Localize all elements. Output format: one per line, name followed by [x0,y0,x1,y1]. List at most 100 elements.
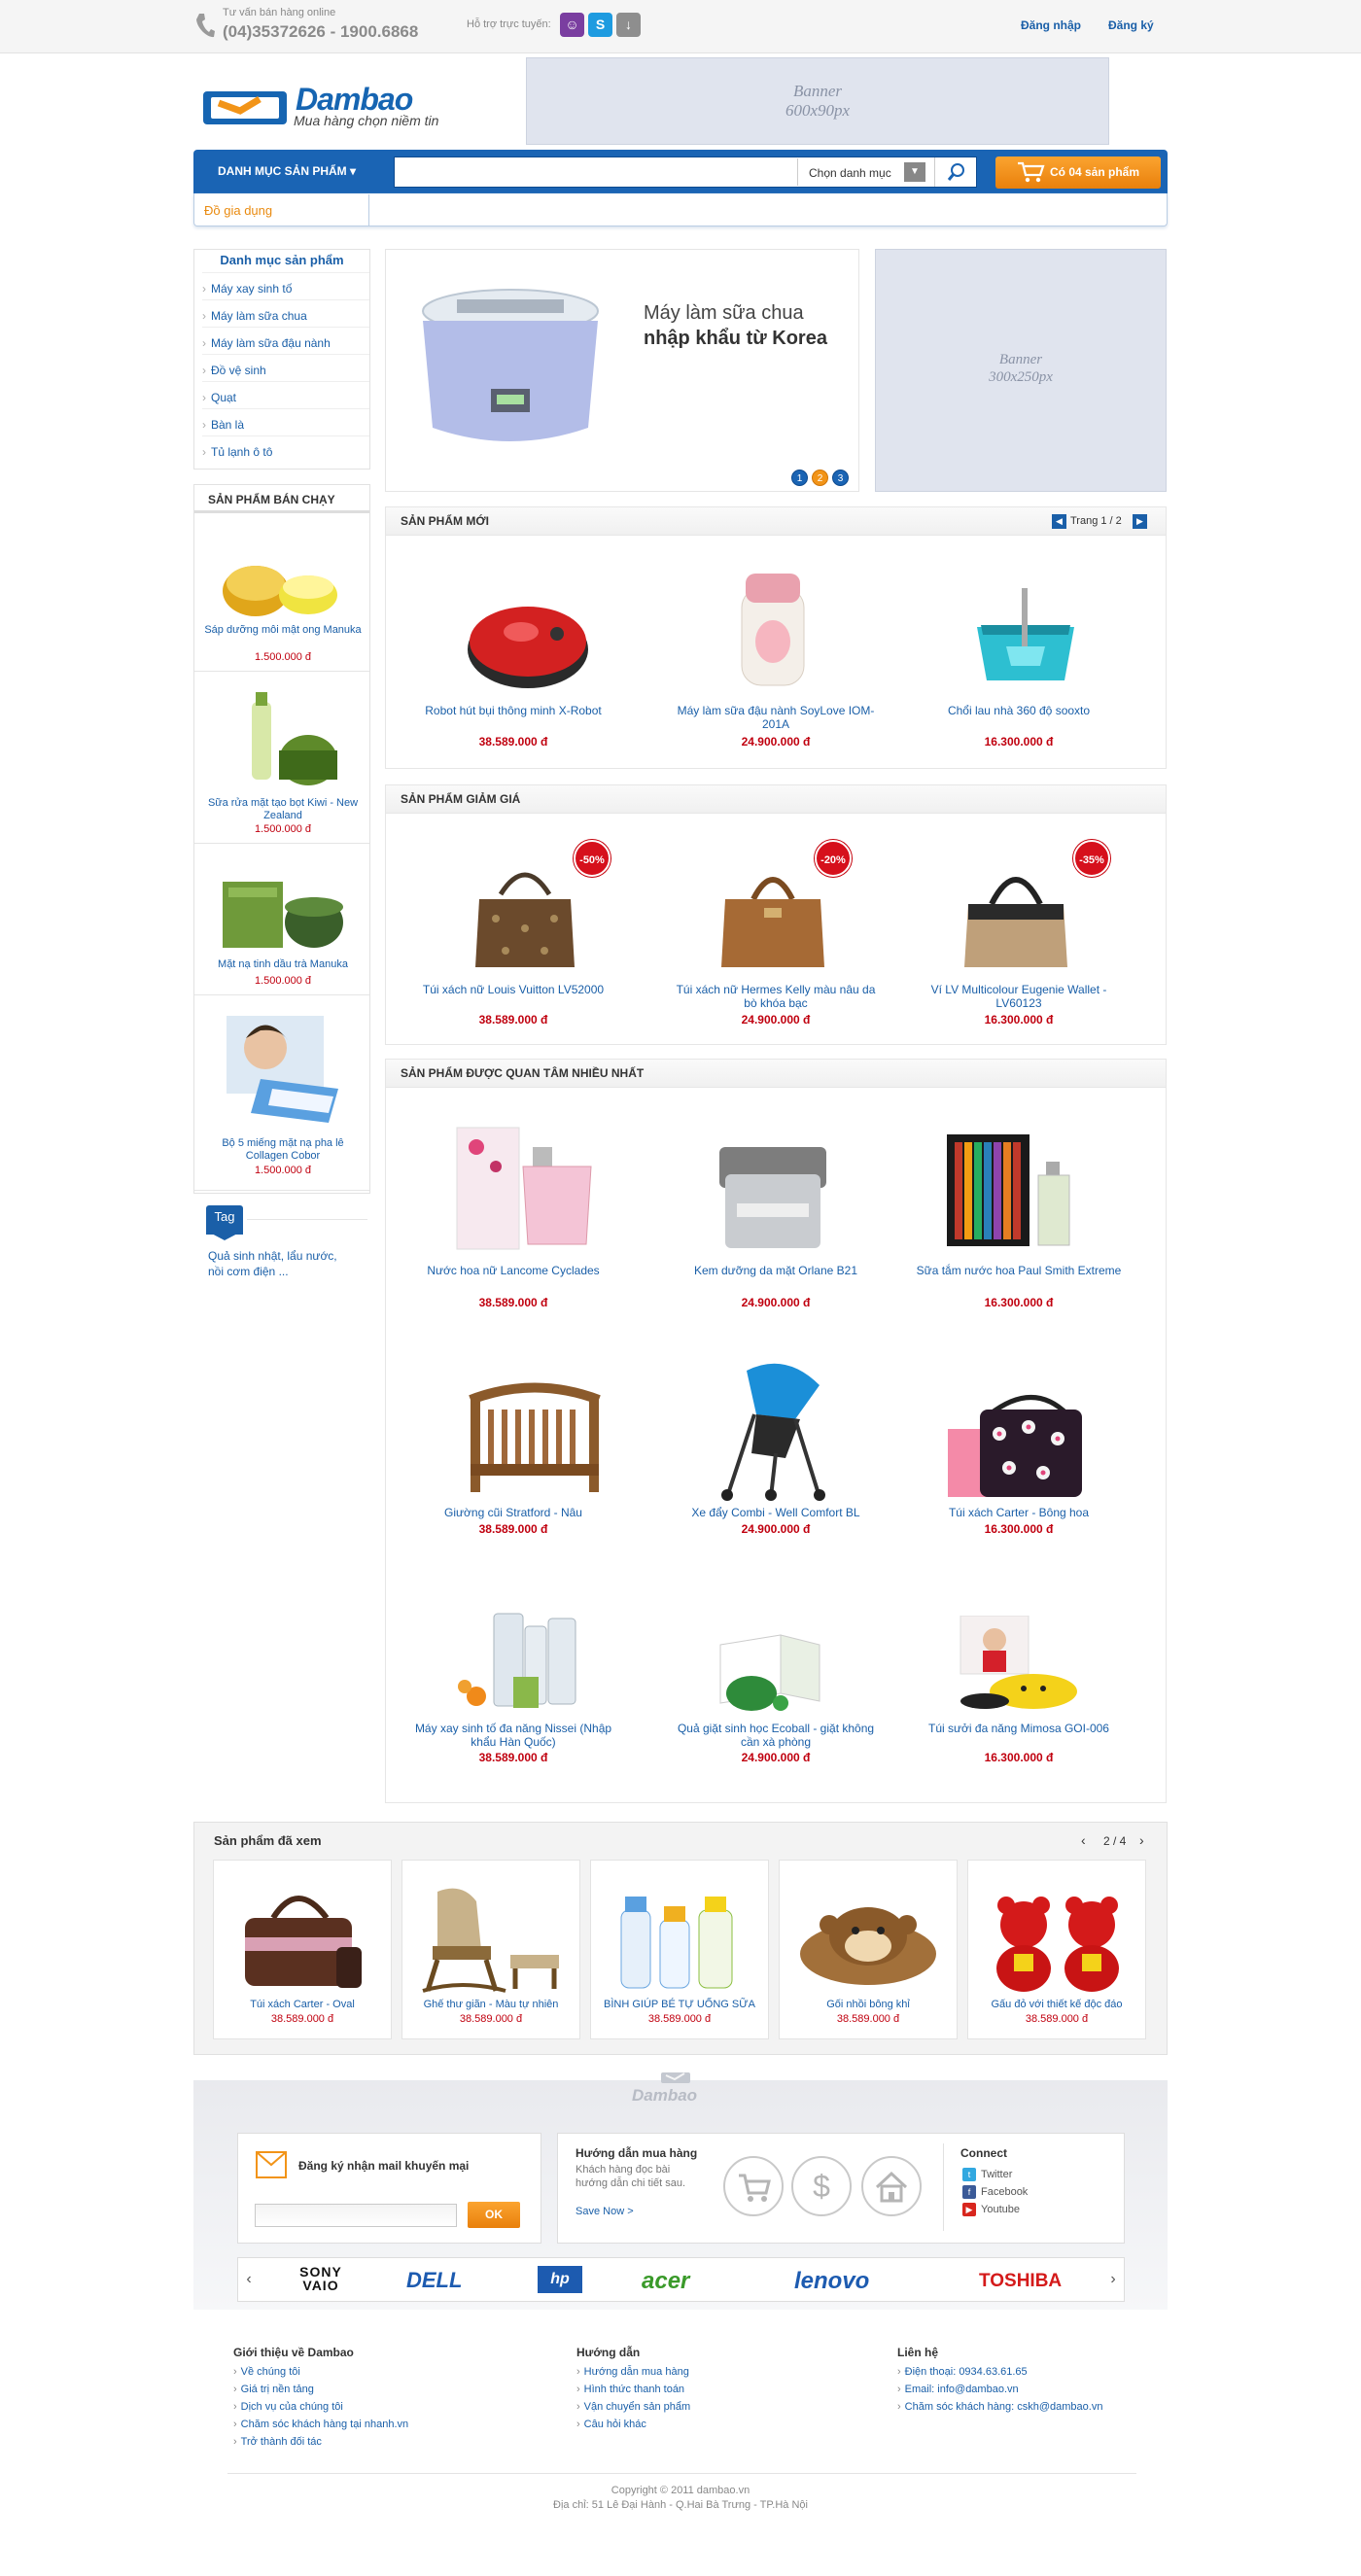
product-name[interactable]: Sữa tắm nước hoa Paul Smith Extreme [912,1264,1126,1277]
product-image[interactable] [465,593,591,690]
product-name[interactable]: Xe đẩy Combi - Well Comfort BL [669,1506,883,1519]
search-input[interactable] [397,159,795,185]
product-name[interactable]: Túi xách nữ Louis Vuitton LV52000 [406,983,620,996]
product-image[interactable] [945,1132,1091,1249]
product-image[interactable] [455,1118,601,1254]
brand-logo[interactable]: acer [642,2268,689,2295]
footer-link[interactable]: › Hướng dẫn mua hàng [576,2366,689,2378]
slider-dot-active[interactable]: 2 [812,470,828,486]
yahoo-messenger-icon[interactable]: ☺ [560,13,584,37]
product-name[interactable]: Nước hoa nữ Lancome Cyclades [406,1264,620,1277]
bestseller-image[interactable] [219,544,345,622]
cart-icon[interactable] [1016,160,1045,184]
product-image[interactable] [719,855,826,972]
category-item[interactable]: › Máy làm sữa chua [202,299,369,328]
category-item[interactable]: › Máy làm sữa đậu nành [202,327,369,355]
chevron-right-icon[interactable]: › [1139,1832,1144,1848]
brand-logo[interactable]: lenovo [794,2268,869,2295]
youtube-link[interactable]: ▶ Youtube [962,2203,1020,2216]
bestseller-name[interactable]: Sáp dưỡng môi mật ong Manuka [204,624,362,637]
footer-link[interactable]: › Câu hỏi khác [576,2419,646,2430]
next-page-icon[interactable]: ▶ [1133,514,1147,529]
category-item[interactable]: › Quạt [202,381,369,409]
product-name[interactable]: Máy xay sinh tố đa năng Nissei (Nhập khẩ… [406,1722,620,1749]
contact-email[interactable]: › Email: info@dambao.vn [897,2384,1019,2395]
footer-link[interactable]: › Về chúng tôi [233,2366,300,2378]
bestseller-name[interactable]: Sữa rửa mặt tạo bọt Kiwi - New Zealand [204,797,362,822]
product-image[interactable] [717,1361,834,1502]
product-name[interactable]: Túi sưởi đa năng Mimosa GOI-006 [912,1722,1126,1735]
footer-link[interactable]: › Dịch vụ của chúng tôi [233,2401,343,2413]
viewed-image[interactable] [985,1886,1131,1993]
category-item[interactable]: › Đồ vệ sinh [202,354,369,382]
skype-icon[interactable]: S [588,13,612,37]
footer-link[interactable]: › Giá trị nền tảng [233,2384,314,2395]
contact-support-email[interactable]: › Chăm sóc khách hàng: cskh@dambao.vn [897,2401,1102,2413]
brand-logo[interactable]: SONY VAIO [282,2265,360,2292]
product-name[interactable]: Chổi lau nhà 360 độ sooxto [912,704,1126,717]
category-item[interactable]: › Bàn là [202,408,369,436]
product-image[interactable] [717,1145,829,1252]
chevron-down-icon[interactable]: ▼ [904,162,925,182]
login-link[interactable]: Đăng nhập [1021,18,1081,32]
brand-logo[interactable]: hp [538,2266,582,2293]
viewed-image[interactable] [615,1891,742,1993]
product-name[interactable]: Robot hút bụi thông minh X-Robot [406,704,620,717]
top-banner[interactable]: Banner 600x90px [526,57,1109,145]
footer-link[interactable]: › Hình thức thanh toán [576,2384,684,2395]
product-image[interactable] [713,1625,829,1713]
viewed-name[interactable]: Gối nhồi bông khỉ [779,1999,958,2010]
product-name[interactable]: Túi xách Carter - Bông hoa [912,1506,1126,1519]
tag-links[interactable]: Quả sinh nhật, lẩu nước, nồi cơm điện ..… [208,1248,354,1279]
product-name[interactable]: Giường cũi Stratford - Nâu [406,1506,620,1519]
viewed-image[interactable] [418,1882,564,1994]
cart-count-label[interactable]: Có 04 sản phẩm [1050,165,1139,179]
product-name[interactable]: Quả giặt sinh học Ecoball - giặt không c… [669,1722,883,1749]
slider-dot[interactable]: 1 [791,470,808,486]
slide-product-image[interactable] [408,282,622,457]
slider-dot[interactable]: 3 [832,470,849,486]
product-image[interactable] [467,1380,603,1497]
brand-logo[interactable]: TOSHIBA [979,2271,1062,2292]
category-menu-button[interactable]: DANH MỤC SẢN PHẨM ▾ [218,164,356,178]
viewed-name[interactable]: Ghế thư giãn - Màu tự nhiên [401,1999,580,2010]
bestseller-image[interactable] [219,872,345,952]
logo-icon[interactable] [201,86,292,127]
product-name[interactable]: Túi xách nữ Hermes Kelly màu nâu da bò k… [669,983,883,1010]
brand-logo[interactable]: DELL [406,2268,462,2293]
footer-link[interactable]: › Chăm sóc khách hàng tại nhanh.vn [233,2419,408,2430]
viewed-name[interactable]: Gấu đỏ với thiết kế độc đáo [967,1999,1146,2010]
chevron-left-icon[interactable]: ‹ [1081,1832,1086,1848]
facebook-link[interactable]: f Facebook [962,2185,1028,2199]
product-image[interactable] [455,1609,591,1711]
category-item[interactable]: › Máy xay sinh tố [202,272,369,300]
product-image[interactable] [946,1380,1087,1502]
search-button[interactable] [934,157,976,187]
footer-link[interactable]: › Vận chuyển sản phẩm [576,2401,690,2413]
product-image[interactable] [946,1616,1082,1713]
category-item[interactable]: › Tủ lạnh ô tô [202,435,369,464]
cart-icon[interactable] [723,2156,784,2216]
bestseller-name[interactable]: Mặt nạ tinh dầu trà Manuka [204,958,362,971]
viewed-image[interactable] [795,1896,941,1988]
product-name[interactable]: Kem dưỡng da mặt Orlane B21 [669,1264,883,1277]
footer-link[interactable]: › Trở thành đối tác [233,2436,322,2448]
chevron-left-icon[interactable]: ‹ [237,2268,261,2291]
dollar-icon[interactable]: $ [791,2156,852,2216]
side-banner[interactable]: Banner 300x250px [875,249,1167,492]
newsletter-submit-button[interactable]: OK [468,2202,520,2228]
product-image[interactable] [962,855,1069,972]
twitter-link[interactable]: t Twitter [962,2168,1012,2181]
product-name[interactable]: Ví LV Multicolour Eugenie Wallet - LV601… [912,983,1126,1010]
product-image[interactable] [734,569,812,695]
product-image[interactable] [967,588,1084,685]
product-image[interactable] [471,855,578,972]
product-name[interactable]: Máy làm sữa đậu nành SoyLove IOM-201A [669,704,883,731]
prev-page-icon[interactable]: ◀ [1052,514,1066,529]
download-icon[interactable]: ↓ [616,13,641,37]
viewed-name[interactable]: BÌNH GIÚP BÉ TỰ UỐNG SỮA [590,1999,769,2010]
bestseller-image[interactable] [222,1011,343,1128]
newsletter-email-input[interactable] [255,2204,457,2227]
subnav-link-home-appliances[interactable]: Đồ gia dụng [204,203,272,218]
bestseller-name[interactable]: Bộ 5 miếng mặt nạ pha lê Collagen Cobor [204,1137,362,1163]
